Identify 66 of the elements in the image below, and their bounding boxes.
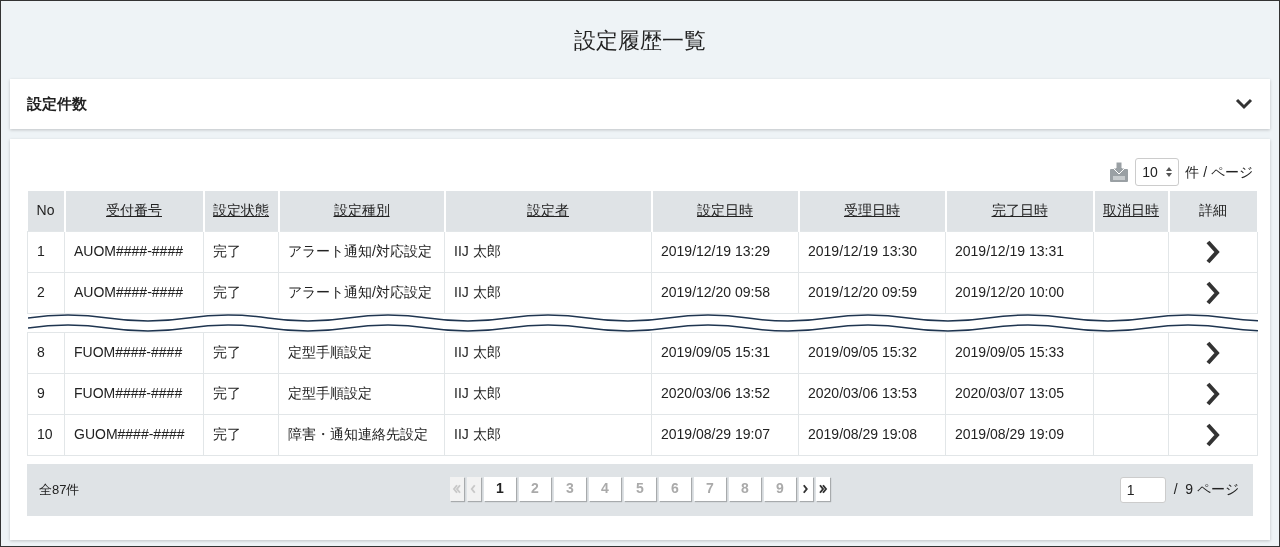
table-cell: GUOM####-#### xyxy=(64,414,204,455)
table-cell: アラート通知/対応設定 xyxy=(278,231,445,272)
table-cell: 完了 xyxy=(203,332,279,373)
chevron-down-icon[interactable] xyxy=(1235,98,1253,110)
sort-column-header[interactable]: 受理日時 xyxy=(798,191,946,231)
table-cell: 定型手順設定 xyxy=(278,373,445,414)
table-cell: 2019/08/29 19:07 xyxy=(651,414,799,455)
sort-column-header[interactable]: 設定種別 xyxy=(278,191,445,231)
table-cell: 定型手順設定 xyxy=(278,332,445,373)
column-header: 詳細 xyxy=(1168,191,1258,231)
table-cell: FUOM####-#### xyxy=(64,332,204,373)
per-page-label: 件 / ページ xyxy=(1185,162,1253,182)
table-cell: 2019/12/20 09:59 xyxy=(798,272,946,313)
table-cell: IIJ 太郎 xyxy=(444,373,652,414)
table-cell: FUOM####-#### xyxy=(64,373,204,414)
page-button[interactable]: 1 xyxy=(484,476,516,501)
page-title: 設定履歴一覧 xyxy=(574,26,706,55)
table-cell: 完了 xyxy=(203,414,279,455)
table-cell: 2019/12/20 09:58 xyxy=(651,272,799,313)
table-cell: IIJ 太郎 xyxy=(444,414,652,455)
csv-download-icon[interactable] xyxy=(1109,161,1130,183)
column-header: No xyxy=(27,191,65,231)
table-cell: 障害・通知連絡先設定 xyxy=(278,414,445,455)
double-chevron-right-icon xyxy=(817,482,829,495)
table-cell: IIJ 太郎 xyxy=(444,272,652,313)
double-chevron-left-icon xyxy=(451,482,463,495)
table-cell: 2020/03/06 13:52 xyxy=(651,373,799,414)
table-cell: 2019/12/19 13:31 xyxy=(945,231,1094,272)
sort-column-header[interactable]: 受付番号 xyxy=(64,191,204,231)
table-cell: アラート通知/対応設定 xyxy=(278,272,445,313)
table-cell: AUOM####-#### xyxy=(64,231,204,272)
sort-column-header[interactable]: 完了日時 xyxy=(945,191,1094,231)
panel-title: 設定件数 xyxy=(27,93,87,114)
table-cell: 2020/03/07 13:05 xyxy=(945,373,1094,414)
next-page-button[interactable] xyxy=(799,476,813,501)
page-total: / 9 ページ xyxy=(1173,480,1239,499)
last-page-button[interactable] xyxy=(816,476,830,501)
sort-column-header[interactable]: 設定者 xyxy=(444,191,652,231)
sort-column-header[interactable]: 取消日時 xyxy=(1093,191,1169,231)
table-cell: AUOM####-#### xyxy=(64,272,204,313)
table-cell: 10 xyxy=(27,414,65,455)
table-cell: 完了 xyxy=(203,272,279,313)
table-cell: 2 xyxy=(27,272,65,313)
per-page-select[interactable]: 10 xyxy=(1135,158,1180,186)
table-cell: 8 xyxy=(27,332,65,373)
sort-column-header[interactable]: 設定状態 xyxy=(203,191,279,231)
table-cell: 完了 xyxy=(203,231,279,272)
spinner-icon xyxy=(1166,167,1173,177)
table-cell: 完了 xyxy=(203,373,279,414)
sort-column-header[interactable]: 設定日時 xyxy=(651,191,799,231)
table-cell: 2019/09/05 15:31 xyxy=(651,332,799,373)
total-count: 全87件 xyxy=(39,480,80,499)
table-cell: 2020/03/06 13:53 xyxy=(798,373,946,414)
table-cell: IIJ 太郎 xyxy=(444,231,652,272)
table-cell: 2019/12/20 10:00 xyxy=(945,272,1094,313)
panel-header[interactable]: 設定件数 xyxy=(10,79,1270,129)
table-cell: 2019/08/29 19:09 xyxy=(945,414,1094,455)
table-cell: IIJ 太郎 xyxy=(444,332,652,373)
table-cell: 2019/08/29 19:08 xyxy=(798,414,946,455)
table-cell: 9 xyxy=(27,373,65,414)
table-cell: 1 xyxy=(27,231,65,272)
table-cell: 2019/12/19 13:30 xyxy=(798,231,946,272)
page-input[interactable]: 1 xyxy=(1119,476,1166,503)
table-cell: 2019/09/05 15:33 xyxy=(945,332,1094,373)
table-cell: 2019/09/05 15:32 xyxy=(798,332,946,373)
table-cell: 2019/12/19 13:29 xyxy=(651,231,799,272)
